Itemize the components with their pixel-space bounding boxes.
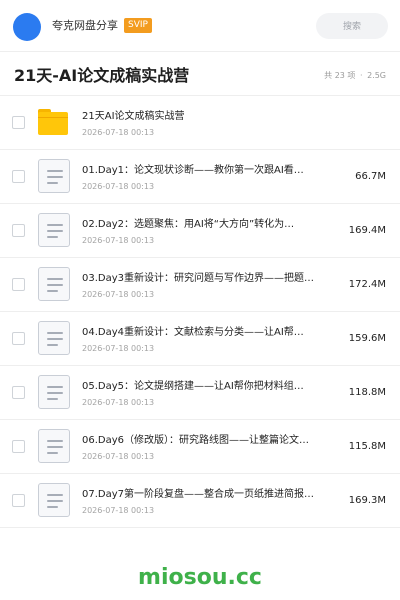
file-name: 02.Day2：选题聚焦：用AI将“大方向”转化为… — [82, 219, 295, 230]
row-checkbox[interactable] — [12, 332, 25, 345]
document-icon — [38, 375, 70, 409]
file-name: 01.Day1：论文现状诊断——教你第一次跟AI看… — [82, 165, 304, 176]
file-date: 2026-07-18 00:13 — [82, 398, 155, 407]
search-button[interactable]: 搜索 — [316, 13, 388, 39]
row-checkbox[interactable] — [12, 224, 25, 237]
file-name: 05.Day5：论文提纲搭建——让AI帮你把材料组… — [82, 381, 304, 392]
page-title: 21天-AI论文成稿实战营 — [14, 66, 190, 85]
file-size: 115.8M — [348, 441, 386, 452]
file-date: 2026-07-18 00:13 — [82, 182, 155, 191]
list-item[interactable]: 05.Day5：论文提纲搭建——让AI帮你把材料组… 2026-07-18 00… — [0, 366, 400, 420]
folder-meta: 共 23 项 · 2.5G — [324, 69, 386, 83]
list-item[interactable]: 04.Day4重新设计：文献检索与分类——让AI帮… 2026-07-18 00… — [0, 312, 400, 366]
document-icon — [38, 483, 70, 517]
list-item[interactable]: 07.Day7第一阶段复盘——整合成一页纸推进简报… 2026-07-18 00… — [0, 474, 400, 528]
row-checkbox[interactable] — [12, 170, 25, 183]
file-name: 07.Day7第一阶段复盘——整合成一页纸推进简报… — [82, 489, 315, 500]
file-size: 169.4M — [348, 225, 386, 236]
file-date: 2026-07-18 00:13 — [82, 344, 155, 353]
document-icon — [38, 429, 70, 463]
total-size: 2.5G — [367, 71, 386, 80]
list-item[interactable]: 21天AI论文成稿实战营 2026-07-18 00:13 — [0, 96, 400, 150]
file-name: 04.Day4重新设计：文献检索与分类——让AI帮… — [82, 327, 304, 338]
file-size: 118.8M — [348, 387, 386, 398]
document-icon — [38, 267, 70, 301]
item-count: 共 23 项 — [324, 71, 356, 80]
file-name: 21天AI论文成稿实战营 — [82, 111, 185, 122]
svip-badge: SVIP — [124, 18, 152, 33]
list-item[interactable]: 06.Day6（修改版）：研究路线图——让整篇论文… 2026-07-18 00… — [0, 420, 400, 474]
file-size: 172.4M — [348, 279, 386, 290]
row-checkbox[interactable] — [12, 386, 25, 399]
file-size: 169.3M — [348, 495, 386, 506]
file-size: 66.7M — [355, 171, 386, 182]
top-bar: 夸克网盘分享 SVIP 搜索 — [0, 0, 400, 52]
file-name: 06.Day6（修改版）：研究路线图——让整篇论文… — [82, 435, 310, 446]
file-date: 2026-07-18 00:13 — [82, 452, 155, 461]
row-checkbox[interactable] — [12, 440, 25, 453]
row-checkbox[interactable] — [12, 116, 25, 129]
list-item[interactable]: 02.Day2：选题聚焦：用AI将“大方向”转化为… 2026-07-18 00… — [0, 204, 400, 258]
row-checkbox[interactable] — [12, 278, 25, 291]
document-icon — [38, 159, 70, 193]
folder-icon — [38, 105, 70, 139]
file-list: 21天AI论文成稿实战营 2026-07-18 00:13 01.Day1：论文… — [0, 96, 400, 528]
meta-separator: · — [359, 71, 363, 80]
document-icon — [38, 213, 70, 247]
file-date: 2026-07-18 00:13 — [82, 128, 155, 137]
avatar[interactable] — [13, 13, 41, 41]
app-name: 夸克网盘分享 — [52, 19, 118, 32]
file-date: 2026-07-18 00:13 — [82, 290, 155, 299]
list-item[interactable]: 01.Day1：论文现状诊断——教你第一次跟AI看… 2026-07-18 00… — [0, 150, 400, 204]
document-icon — [38, 321, 70, 355]
list-item[interactable]: 03.Day3重新设计：研究问题与写作边界——把题… 2026-07-18 00… — [0, 258, 400, 312]
row-checkbox[interactable] — [12, 494, 25, 507]
file-date: 2026-07-18 00:13 — [82, 236, 155, 245]
file-size: 159.6M — [348, 333, 386, 344]
watermark: miosou.cc — [138, 565, 262, 590]
file-name: 03.Day3重新设计：研究问题与写作边界——把题… — [82, 273, 315, 284]
file-date: 2026-07-18 00:13 — [82, 506, 155, 515]
